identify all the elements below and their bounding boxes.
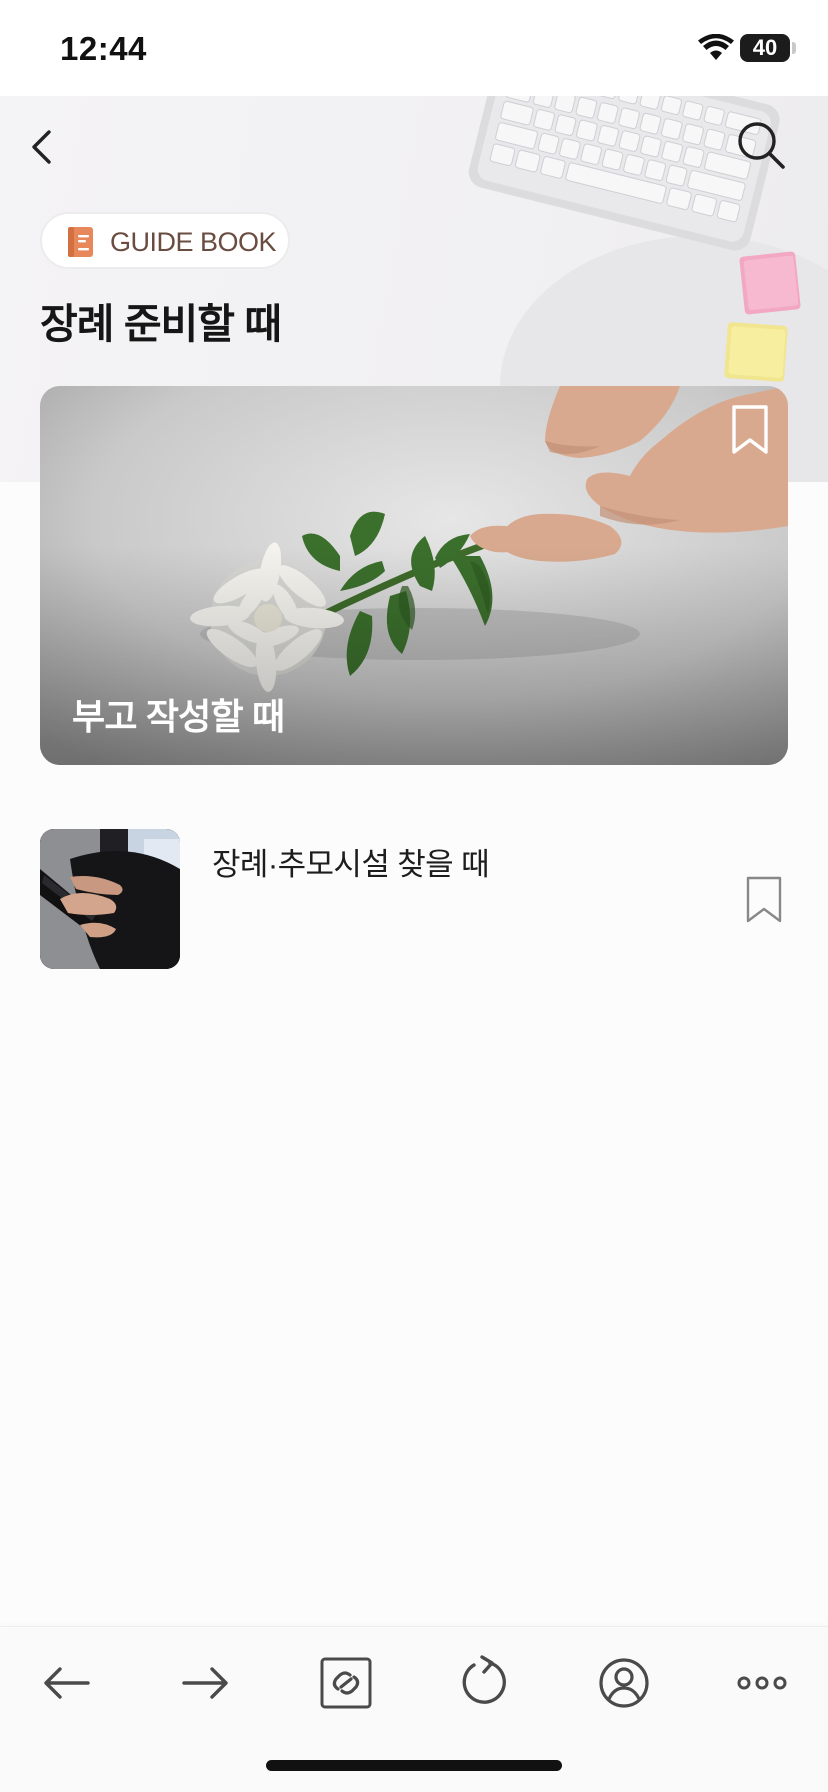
profile-button[interactable] bbox=[592, 1651, 656, 1715]
profile-icon bbox=[599, 1658, 649, 1708]
battery-icon: 40 bbox=[740, 34, 790, 62]
search-button[interactable] bbox=[734, 118, 790, 174]
phone-hands-image bbox=[40, 829, 180, 969]
battery-level: 40 bbox=[752, 35, 778, 60]
status-time: 12:44 bbox=[60, 30, 147, 67]
list-item-title: 장례·추모시설 찾을 때 bbox=[212, 847, 490, 882]
wifi-icon bbox=[698, 34, 734, 60]
back-button[interactable] bbox=[22, 122, 66, 172]
refresh-icon bbox=[462, 1655, 506, 1704]
arrow-left-icon bbox=[44, 1667, 90, 1699]
book-icon bbox=[68, 227, 93, 257]
bookmark-icon bbox=[746, 876, 782, 923]
home-indicator[interactable] bbox=[266, 1760, 562, 1771]
guide-book-badge: GUIDE BOOK bbox=[40, 212, 290, 269]
battery-cap bbox=[792, 42, 796, 54]
list-item-bookmark-button[interactable] bbox=[744, 875, 784, 925]
featured-card[interactable]: 부고 작성할 때 bbox=[40, 386, 788, 765]
featured-bookmark-button[interactable] bbox=[728, 404, 772, 456]
refresh-button[interactable] bbox=[452, 1651, 516, 1715]
browser-forward-button[interactable] bbox=[174, 1651, 238, 1715]
featured-card-title: 부고 작성할 때 bbox=[72, 696, 285, 737]
status-bar: 12:44 40 bbox=[0, 0, 828, 96]
link-icon bbox=[320, 1657, 372, 1709]
more-button[interactable] bbox=[730, 1651, 794, 1715]
arrow-right-icon bbox=[182, 1667, 228, 1699]
list-item[interactable]: 장례·추모시설 찾을 때 bbox=[40, 829, 788, 969]
chevron-left-icon bbox=[32, 130, 51, 164]
browser-back-button[interactable] bbox=[34, 1651, 98, 1715]
link-button[interactable] bbox=[314, 1651, 378, 1715]
guide-book-label: GUIDE BOOK bbox=[110, 227, 277, 257]
bookmark-icon bbox=[732, 405, 768, 454]
search-icon bbox=[738, 122, 785, 169]
page-title: 장례 준비할 때 bbox=[40, 301, 282, 347]
more-icon bbox=[737, 1676, 787, 1690]
list-item-thumbnail bbox=[40, 829, 180, 969]
